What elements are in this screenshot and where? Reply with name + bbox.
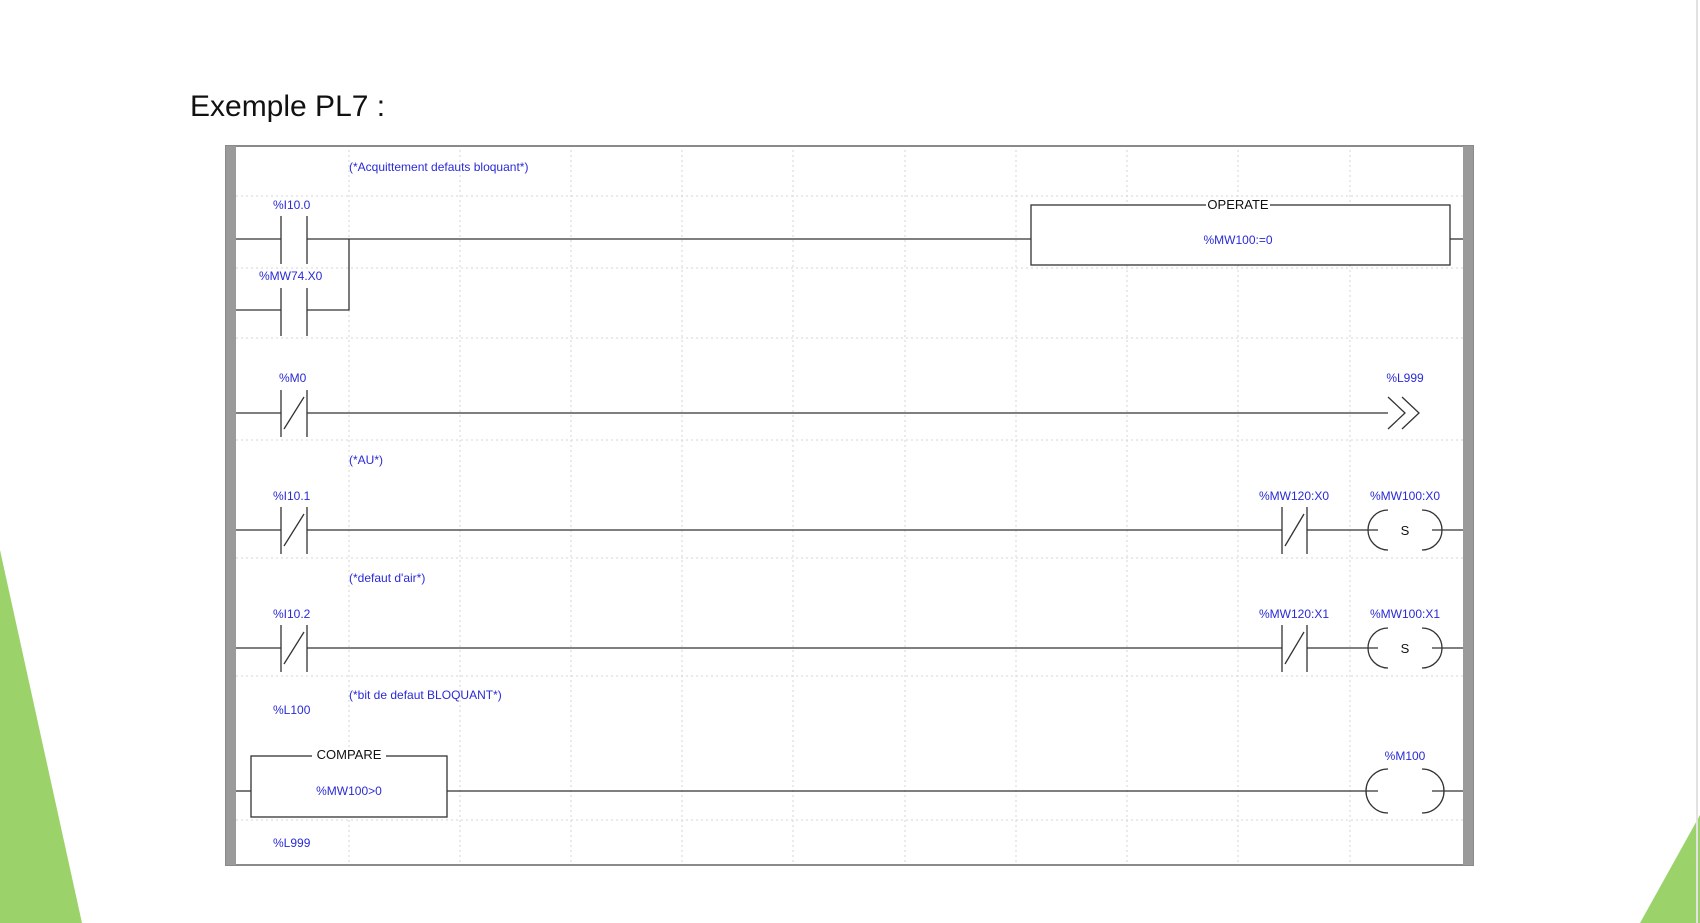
contact-i10-0-label: %I10.0 [273, 198, 311, 212]
ladder-diagram: (*Acquittement defauts bloquant*) %I10.0… [225, 145, 1474, 866]
compare-block-title: COMPARE [317, 747, 382, 762]
rung6-label: %L999 [273, 836, 311, 850]
contact-mw74-x0-label: %MW74.X0 [259, 269, 323, 283]
coil-mw100-x1-label: %MW100:X1 [1370, 607, 1440, 621]
rung1-comment: (*Acquittement defauts bloquant*) [349, 160, 528, 174]
rung5-label: %L100 [273, 703, 311, 717]
compare-block[interactable]: COMPARE %MW100>0 [250, 747, 448, 818]
set-coil-type-2: S [1401, 641, 1410, 656]
contact-i10-1-label: %I10.1 [273, 489, 311, 503]
right-power-rail [1463, 146, 1473, 865]
contact-i10-2-label: %I10.2 [273, 607, 311, 621]
set-coil-type: S [1401, 523, 1410, 538]
contact-mw120-x1-label: %MW120:X1 [1259, 607, 1329, 621]
contact-m0-label: %M0 [279, 371, 307, 385]
contact-mw120-x0-label: %MW120:X0 [1259, 489, 1329, 503]
coil-mw100-x0-label: %MW100:X0 [1370, 489, 1440, 503]
rung3-comment: (*AU*) [349, 453, 383, 467]
left-power-rail [226, 146, 236, 865]
rung4-comment: (*defaut d'air*) [349, 571, 425, 585]
rung5-comment: (*bit de defaut BLOQUANT*) [349, 688, 502, 702]
operate-block-title: OPERATE [1207, 197, 1268, 212]
jump-target-label: %L999 [1386, 371, 1424, 385]
coil-m100-label: %M100 [1385, 749, 1426, 763]
compare-block-expression: %MW100>0 [316, 784, 382, 798]
operate-block[interactable]: OPERATE %MW100:=0 [1030, 197, 1451, 266]
operate-block-expression: %MW100:=0 [1203, 233, 1272, 247]
